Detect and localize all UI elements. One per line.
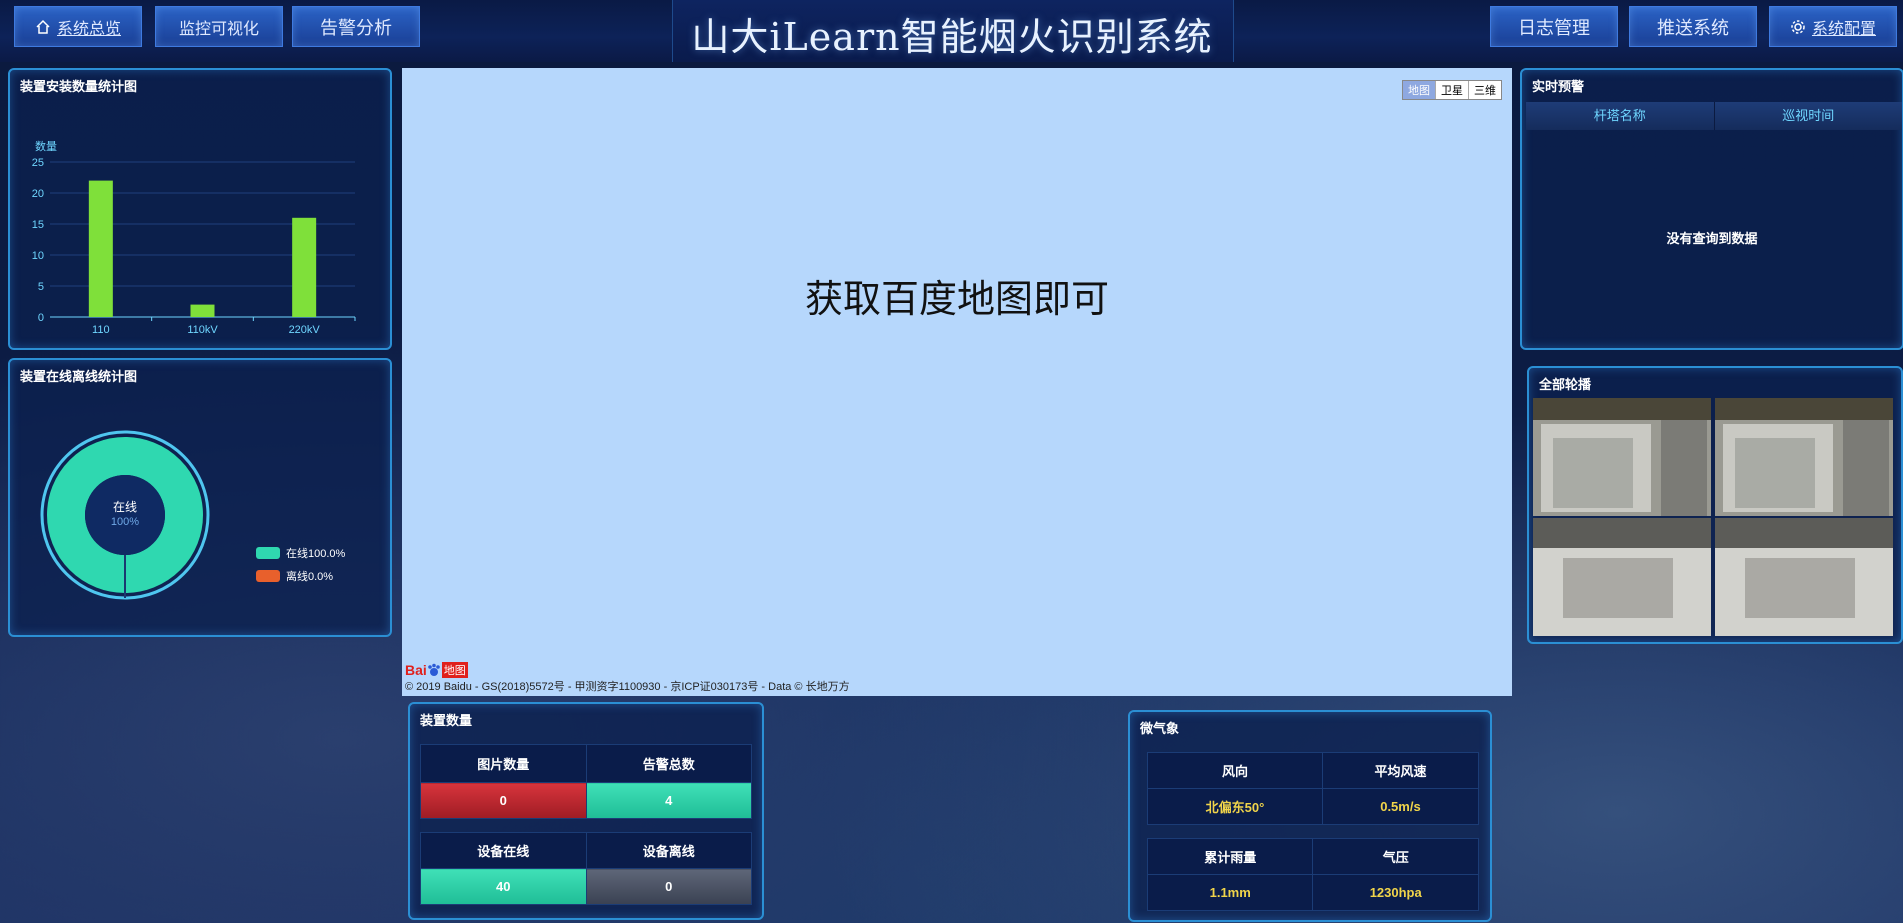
image-count-value: 0 — [420, 782, 587, 819]
camera-thumb-4[interactable] — [1715, 518, 1893, 636]
legend-online-label: 在线100.0% — [286, 546, 346, 560]
wind-direction-value: 北偏东50° — [1147, 788, 1323, 825]
nav-push-system-label: 推送系统 — [1657, 17, 1729, 38]
map-area[interactable]: 地图 卫星 三维 获取百度地图即可 Bai 地图 © 2019 Baidu - … — [402, 68, 1512, 696]
page-title: 山大iLearn智能烟火识别系统 — [691, 15, 1213, 59]
alarm-total-value: 4 — [585, 782, 752, 819]
avg-wind-speed-value: 0.5m/s — [1321, 788, 1480, 825]
weather-title: 微气象 — [1140, 721, 1180, 736]
weather-table-1: 风向 平均风速 北偏东50° 0.5m/s — [1147, 752, 1480, 825]
weather-table-2: 累计雨量 气压 1.1mm 1230hpa — [1146, 838, 1479, 911]
y-tick-label: 15 — [32, 219, 44, 231]
image-count-header: 图片数量 — [420, 744, 587, 783]
baidu-logo-text2: 地图 — [441, 662, 468, 678]
legend-offline-label: 离线0.0% — [286, 569, 333, 583]
rainfall-value: 1.1mm — [1146, 874, 1314, 911]
alarm-total-header: 告警总数 — [585, 744, 752, 783]
weather-panel: 微气象 风向 平均风速 北偏东50° 0.5m/s 累计雨量 气压 1.1mm … — [1128, 710, 1492, 922]
bar — [190, 304, 215, 317]
col-tower-name[interactable]: 杆塔名称 — [1526, 102, 1715, 130]
install-count-panel: 装置安装数量统计图 数量 0 5 10 15 20 25 110 110kV 220kV — [8, 68, 392, 350]
pressure-header: 气压 — [1312, 838, 1479, 875]
map-copyright: © 2019 Baidu - GS(2018)5572号 - 甲测资字11009… — [405, 681, 850, 693]
device-online-header: 设备在线 — [420, 832, 587, 869]
avg-wind-speed-header: 平均风速 — [1321, 752, 1480, 789]
camera-image-icon — [1715, 518, 1893, 636]
nav-monitor-visual[interactable]: 监控可视化 — [155, 6, 283, 47]
bar — [88, 180, 113, 317]
map-type-switcher: 地图 卫星 三维 — [1402, 80, 1502, 100]
home-icon — [36, 19, 50, 34]
nav-log-management[interactable]: 日志管理 — [1490, 6, 1618, 47]
install-bar-chart: 数量 0 5 10 15 20 25 110 110kV 220kV — [32, 140, 356, 336]
device-offline-value: 0 — [585, 868, 752, 905]
online-donut-chart: 在线 100% 在线100.0% 离线0.0% — [40, 430, 346, 600]
camera-thumb-1[interactable] — [1533, 398, 1711, 516]
x-tick-label: 110 — [92, 324, 110, 336]
online-status-panel: 装置在线离线统计图 在线 100% 在线100.0% 离线0.0% — [8, 358, 392, 637]
y-tick-label: 10 — [32, 250, 44, 262]
map-type-map[interactable]: 地图 — [1403, 81, 1436, 99]
device-online-value: 40 — [420, 868, 587, 905]
nav-system-overview-label: 系统总览 — [56, 20, 121, 38]
device-offline-header: 设备离线 — [585, 832, 752, 869]
x-tick-label: 220kV — [289, 324, 321, 336]
nav-push-system[interactable]: 推送系统 — [1629, 6, 1757, 47]
device-count-table-1: 图片数量 告警总数 0 4 — [420, 744, 752, 819]
device-count-table-2: 设备在线 设备离线 40 0 — [420, 832, 752, 905]
y-tick-label: 0 — [38, 312, 44, 324]
map-placeholder-text: 获取百度地图即可 — [804, 277, 1109, 321]
alert-table-header: 杆塔名称 巡视时间 — [1526, 102, 1902, 130]
donut-center — [85, 475, 165, 555]
y-tick-label: 20 — [32, 188, 44, 200]
realtime-alert-panel: 实时预警 杆塔名称 巡视时间 没有查询到数据 — [1520, 68, 1903, 350]
camera-image-icon — [1533, 518, 1711, 636]
device-count-panel: 装置数量 图片数量 告警总数 0 4 设备在线 设备离线 40 0 — [408, 702, 764, 920]
device-count-title: 装置数量 — [420, 713, 473, 728]
camera-thumb-2[interactable] — [1715, 398, 1893, 516]
baidu-logo: Bai 地图 — [405, 662, 468, 678]
y-tick-label: 5 — [38, 281, 44, 293]
bar — [292, 217, 317, 317]
nav-system-overview[interactable]: 系统总览 — [14, 6, 142, 47]
pressure-value: 1230hpa — [1312, 874, 1479, 911]
nav-alarm-analysis-label: 告警分析 — [320, 17, 392, 38]
realtime-alert-title: 实时预警 — [1532, 79, 1585, 94]
carousel-panel: 全部轮播 — [1527, 366, 1903, 644]
x-tick-label: 110kV — [187, 324, 218, 336]
nav-log-management-label: 日志管理 — [1518, 17, 1590, 38]
nav-monitor-visual-label: 监控可视化 — [178, 20, 259, 38]
col-patrol-time[interactable]: 巡视时间 — [1715, 102, 1903, 130]
rainfall-header: 累计雨量 — [1146, 838, 1314, 875]
camera-thumb-3[interactable] — [1533, 518, 1711, 636]
wind-direction-header: 风向 — [1147, 752, 1323, 789]
nav-alarm-analysis[interactable]: 告警分析 — [292, 6, 420, 47]
alert-empty-text: 没有查询到数据 — [1666, 231, 1758, 246]
camera-image-icon — [1715, 398, 1893, 516]
donut-center-value: 100% — [111, 516, 139, 528]
nav-system-config[interactable]: 系统配置 — [1769, 6, 1897, 47]
gear-icon — [1791, 19, 1805, 34]
camera-image-icon — [1533, 398, 1711, 516]
y-axis-label: 数量 — [35, 140, 57, 153]
y-tick-label: 25 — [32, 157, 44, 169]
paw-icon — [427, 663, 440, 676]
baidu-logo-text: Bai — [405, 662, 427, 678]
donut-center-label: 在线 — [113, 500, 137, 514]
carousel-title: 全部轮播 — [1539, 377, 1592, 392]
legend-online-swatch — [256, 547, 280, 559]
nav-system-config-label: 系统配置 — [1811, 20, 1876, 38]
map-type-satellite[interactable]: 卫星 — [1436, 81, 1469, 99]
legend-offline-swatch — [256, 570, 280, 582]
map-type-3d[interactable]: 三维 — [1469, 81, 1501, 99]
